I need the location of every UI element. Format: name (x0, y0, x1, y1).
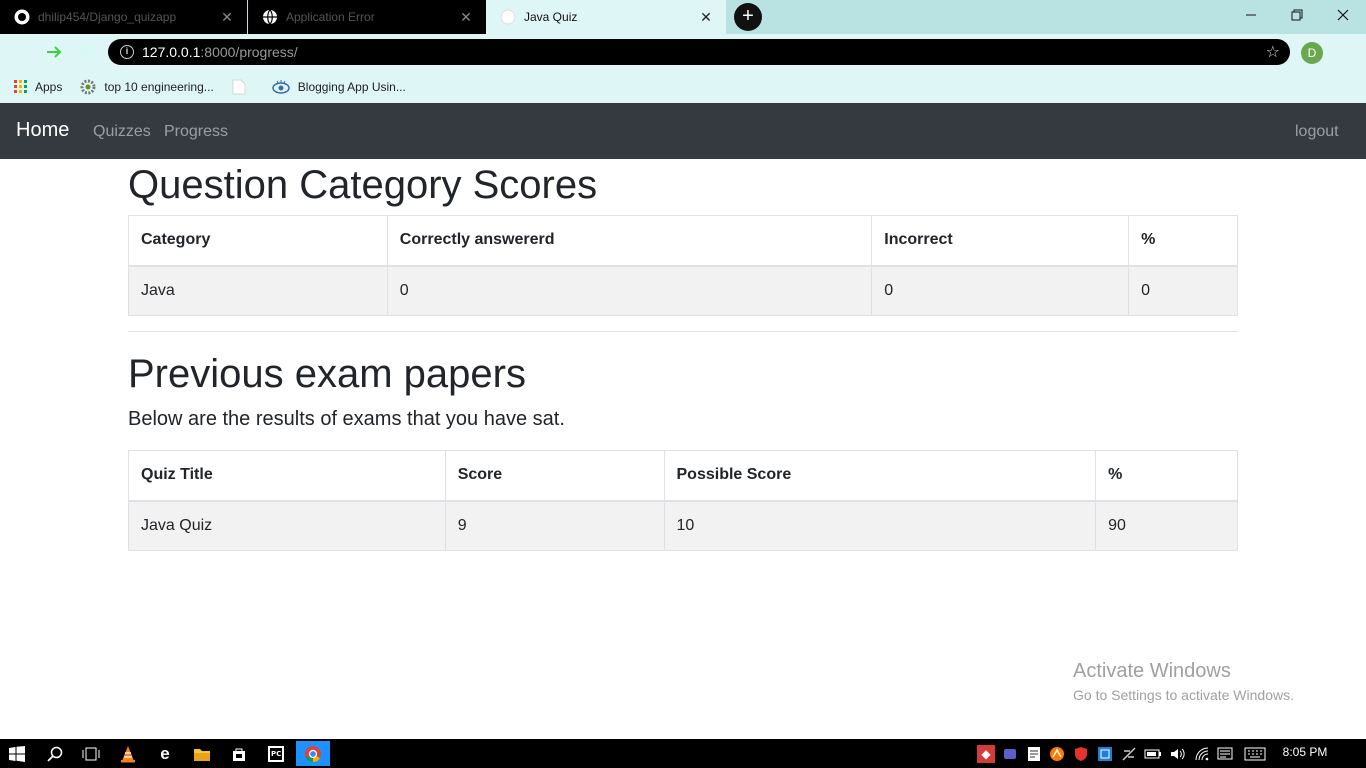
column-header: % (1128, 215, 1238, 267)
table-header-row: Quiz Title Score Possible Score % (128, 450, 1238, 502)
table-cell: 0 (871, 265, 1130, 316)
previous-exams-table: Quiz Title Score Possible Score % Java Q… (128, 450, 1238, 551)
table-header-row: Category Correctly answererd Incorrect % (128, 215, 1238, 267)
globe-icon (262, 9, 278, 25)
nav-link-progress[interactable]: Progress (164, 123, 228, 141)
tab-java-quiz[interactable]: Java Quiz ✕ (486, 0, 726, 34)
column-header: Incorrect (871, 215, 1130, 267)
bookmark-label: top 10 engineering... (104, 79, 214, 94)
store-icon[interactable] (224, 741, 254, 766)
tray-app-icon[interactable]: ◆ (977, 745, 995, 763)
tray-avast-icon[interactable] (1048, 745, 1066, 763)
table-cell: 90 (1095, 500, 1238, 551)
site-navbar: Home Quizzes Progress logout (0, 103, 1366, 159)
tray-document-icon[interactable] (1025, 745, 1043, 763)
brand-home-link[interactable]: Home (16, 119, 69, 142)
close-icon[interactable]: ✕ (458, 9, 474, 26)
tab-github[interactable]: dhilip454/Django_quizapp ✕ (0, 0, 247, 34)
svg-text:PC: PC (271, 750, 281, 758)
column-header: Category (128, 215, 388, 267)
browser-tab-strip: dhilip454/Django_quizapp ✕ Application E… (0, 0, 1366, 34)
section-divider (128, 331, 1238, 332)
activate-windows-watermark: Activate Windows Go to Settings to activ… (1073, 660, 1294, 703)
keyboard-icon[interactable] (1243, 745, 1267, 763)
column-header: Correctly answererd (386, 215, 873, 267)
url-text: 127.0.0.1:8000/progress/ (142, 44, 298, 60)
minimize-icon[interactable] (1228, 0, 1274, 30)
tab-application-error[interactable]: Application Error ✕ (248, 0, 486, 34)
address-bar[interactable]: i 127.0.0.1:8000/progress/ ☆ (108, 39, 1290, 65)
bookmark-apps[interactable]: Apps (14, 80, 62, 94)
eye-logo-icon (272, 79, 290, 95)
blank-page-icon (232, 79, 246, 95)
category-scores-table: Category Correctly answererd Incorrect %… (128, 215, 1238, 316)
column-header: Score (444, 450, 665, 502)
vlc-icon[interactable] (113, 741, 143, 766)
category-scores-title: Question Category Scores (128, 163, 598, 207)
nav-link-quizzes[interactable]: Quizzes (93, 123, 151, 141)
search-icon[interactable] (40, 741, 70, 766)
tray-network-app-icon[interactable] (1096, 745, 1114, 763)
column-header: % (1095, 450, 1238, 502)
bookmark-blank[interactable] (232, 79, 254, 95)
taskbar-clock[interactable]: 8:05 PM (1270, 745, 1340, 759)
table-cell: Java (128, 265, 388, 316)
logout-link[interactable]: logout (1295, 123, 1339, 141)
column-header: Possible Score (663, 450, 1097, 502)
browser-toolbar: ← ↻ i 127.0.0.1:8000/progress/ ☆ D (0, 34, 1366, 70)
close-icon[interactable]: ✕ (219, 9, 235, 26)
tab-title: dhilip454/Django_quizapp (38, 10, 177, 24)
watermark-subtitle: Go to Settings to activate Windows. (1073, 687, 1294, 703)
chrome-icon[interactable] (296, 741, 330, 766)
wifi-icon[interactable] (1193, 745, 1211, 763)
tray-teams-icon[interactable] (1001, 745, 1019, 763)
watermark-title: Activate Windows (1073, 660, 1231, 682)
bookmarks-bar: Apps top 10 engineering... Blogging App … (0, 70, 1366, 103)
bookmark-top-10-engineering[interactable]: top 10 engineering... (80, 79, 214, 95)
info-icon[interactable]: i (120, 45, 134, 59)
forward-arrow-icon[interactable] (42, 40, 66, 64)
table-cell: 0 (386, 265, 873, 316)
bookmark-label: Apps (35, 79, 63, 94)
gear-logo-icon (80, 79, 96, 95)
previous-exams-title: Previous exam papers (128, 352, 526, 396)
tray-battery-icon[interactable] (1144, 745, 1162, 763)
table-cell: 10 (663, 500, 1097, 551)
table-row: Java 0 0 0 (128, 265, 1238, 316)
profile-avatar[interactable]: D (1301, 42, 1323, 64)
new-tab-button[interactable]: + (734, 3, 762, 31)
tray-shield-icon[interactable] (1072, 745, 1090, 763)
globe-icon (500, 9, 516, 25)
apps-grid-icon (14, 80, 27, 93)
github-icon (14, 9, 30, 25)
bookmark-blogging-app[interactable]: Blogging App Usin... (272, 79, 406, 95)
bookmark-label: Blogging App Usin... (297, 79, 406, 94)
edge-icon[interactable]: e (150, 741, 180, 766)
file-explorer-icon[interactable] (187, 741, 217, 766)
pycharm-icon[interactable]: PC (261, 741, 291, 766)
table-row: Java Quiz 9 10 90 (128, 500, 1238, 551)
reload-icon[interactable]: ↻ (76, 40, 100, 64)
close-icon[interactable]: ✕ (698, 9, 714, 26)
table-cell: 9 (444, 500, 665, 551)
close-window-icon[interactable] (1320, 0, 1366, 30)
back-arrow-icon[interactable]: ← (8, 40, 32, 64)
tab-title: Java Quiz (524, 10, 578, 24)
windows-start-icon[interactable] (2, 741, 32, 766)
windows-taskbar: e PC ◆ 8:05 PM (0, 739, 1366, 768)
task-view-icon[interactable] (76, 741, 106, 766)
notifications-icon[interactable] (1216, 745, 1234, 763)
tab-title: Application Error (286, 10, 375, 24)
volume-icon[interactable] (1168, 745, 1186, 763)
star-icon[interactable]: ☆ (1266, 42, 1280, 62)
restore-icon[interactable] (1274, 0, 1320, 30)
table-cell: Java Quiz (128, 500, 446, 551)
tray-settings-icon[interactable] (1120, 745, 1138, 763)
previous-exams-description: Below are the results of exams that you … (128, 408, 565, 430)
page-content: Home Quizzes Progress logout Question Ca… (0, 103, 1366, 739)
column-header: Quiz Title (128, 450, 446, 502)
table-cell: 0 (1128, 265, 1238, 316)
